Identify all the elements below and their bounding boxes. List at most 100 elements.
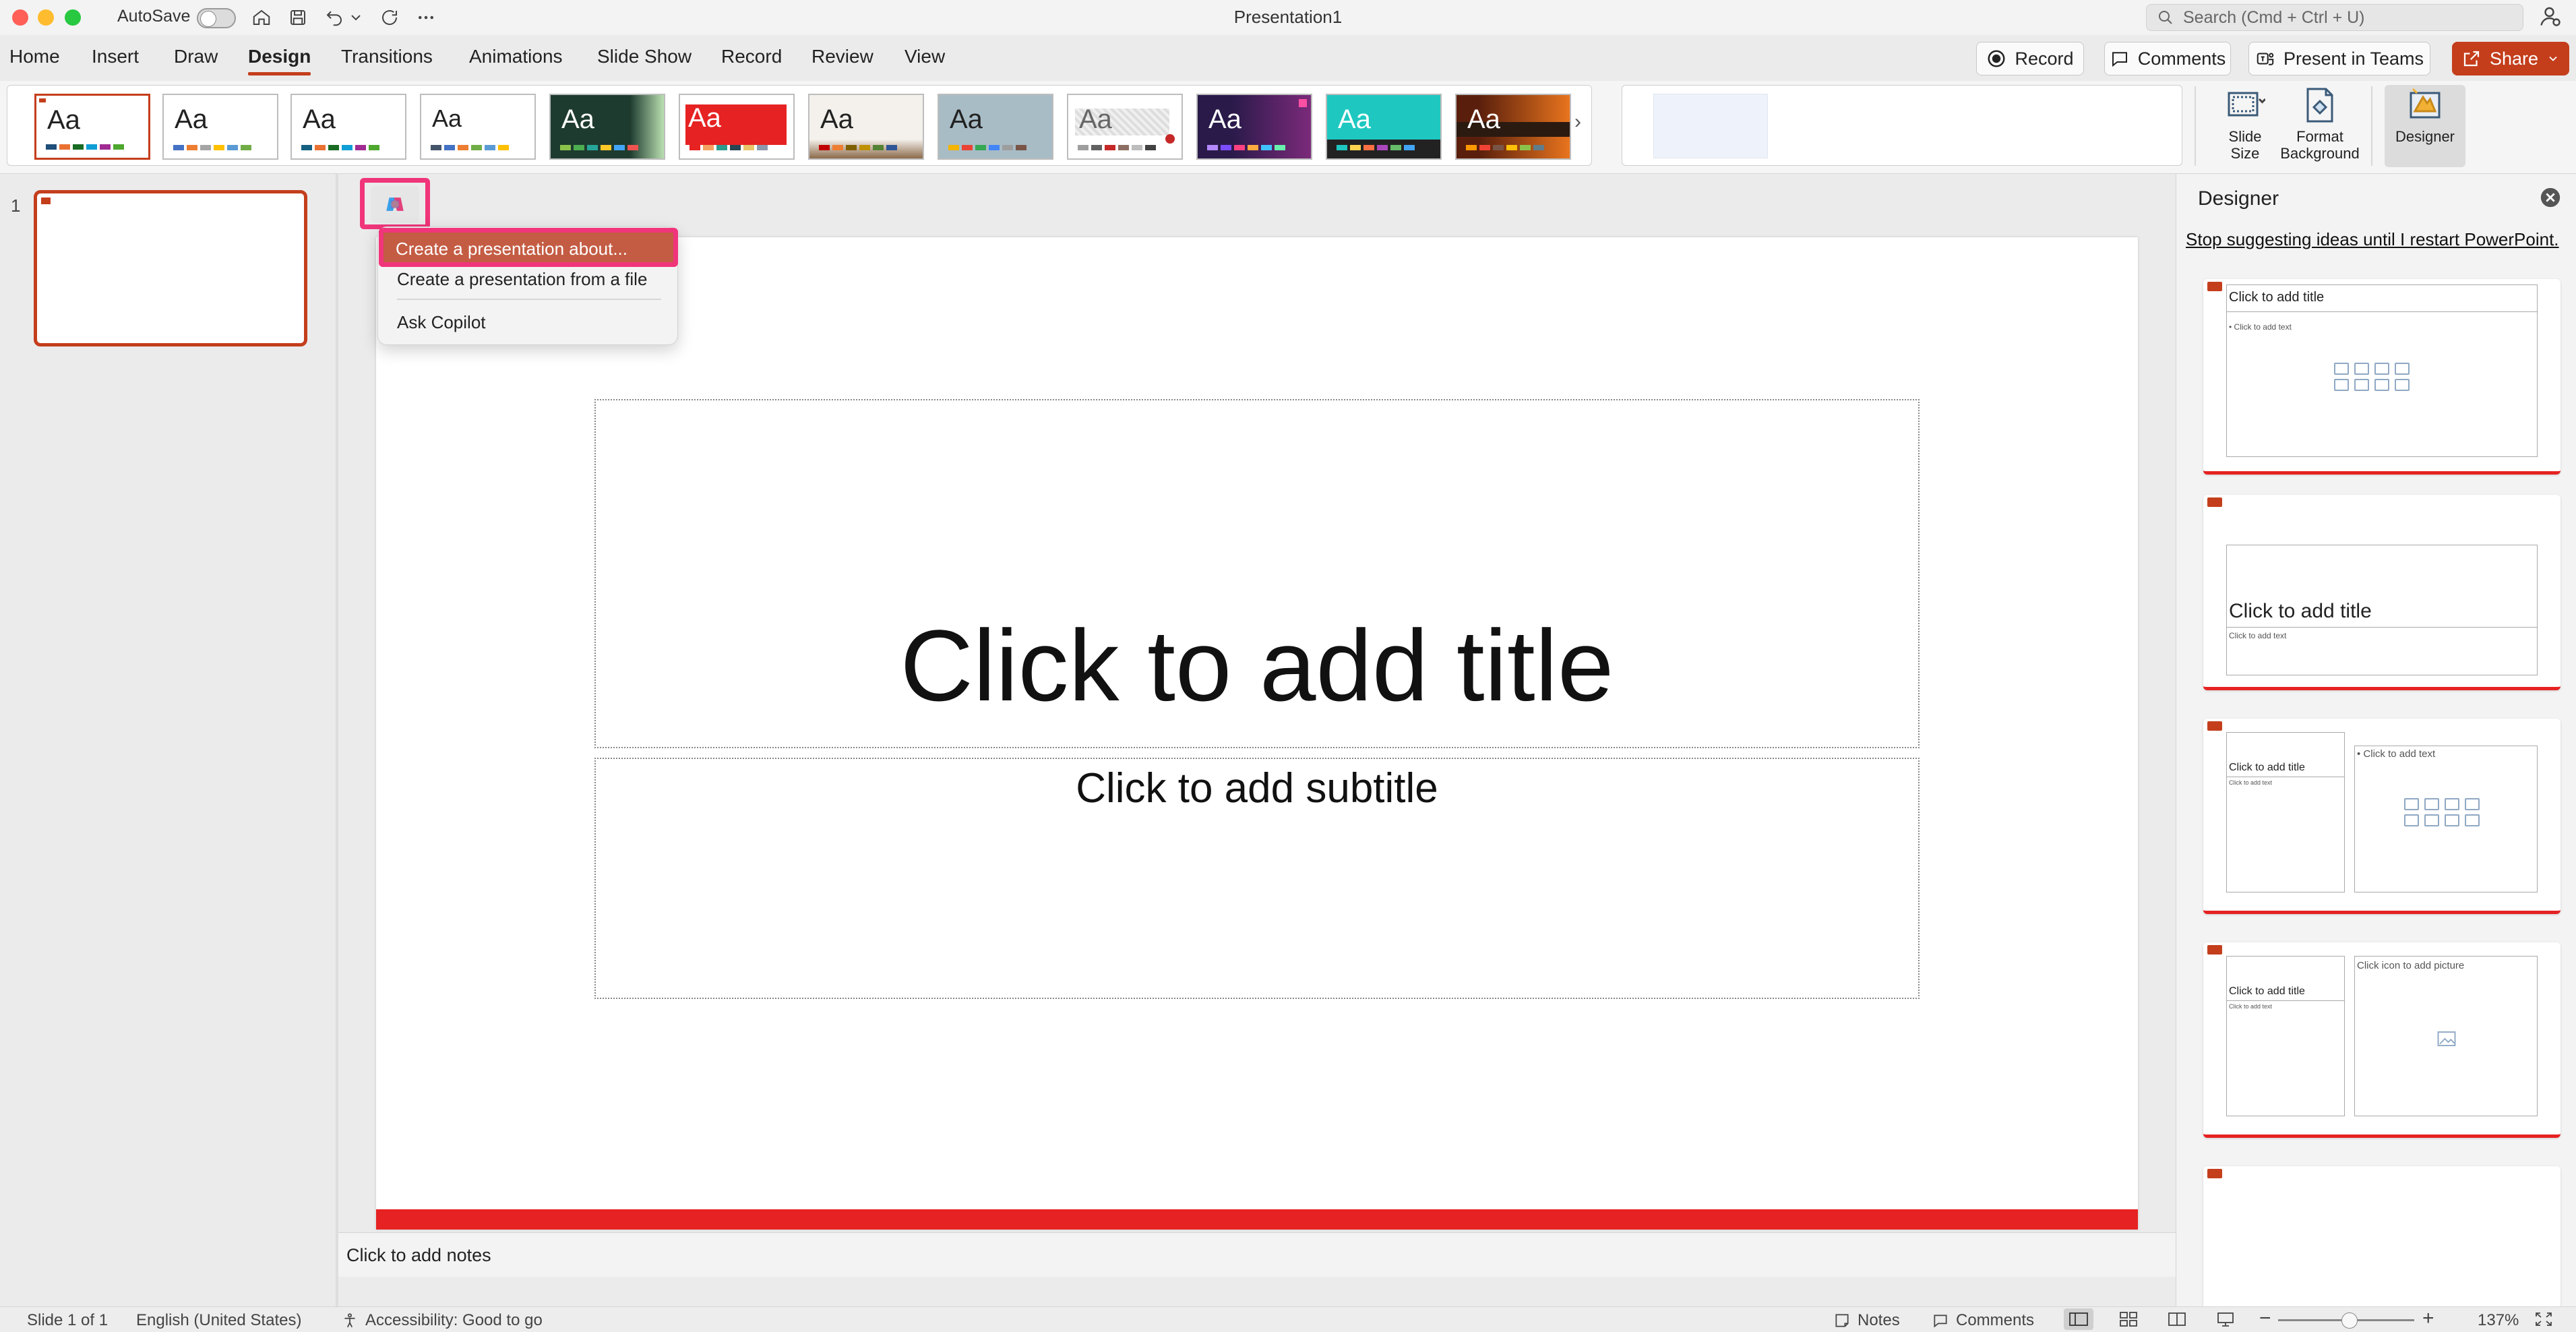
idea-text: • Click to add text (2229, 322, 2292, 332)
undo-icon[interactable] (321, 4, 348, 31)
notes-pane[interactable]: Click to add notes (338, 1232, 2176, 1277)
variants-gallery (1622, 85, 2182, 166)
format-background-button[interactable]: Format Background (2279, 85, 2360, 167)
zoom-slider-handle[interactable] (2341, 1312, 2358, 1329)
slide-sorter-button[interactable] (2114, 1308, 2143, 1330)
theme-ion[interactable]: Aa (549, 94, 665, 160)
picture-icon (2437, 1031, 2456, 1046)
subtitle-placeholder[interactable]: Click to add subtitle (594, 758, 1920, 999)
more-icon[interactable] (412, 4, 439, 31)
pane-divider[interactable] (336, 174, 338, 1312)
language-status[interactable]: English (United States) (136, 1311, 301, 1330)
design-idea[interactable]: Click to add title • Click to add text (2203, 279, 2560, 475)
theme-purple[interactable]: Aa (1196, 94, 1312, 160)
slide-show-button[interactable] (2211, 1308, 2240, 1330)
design-ribbon: Aa Aa Aa Aa Aa Aa Aa Aa Aa Aa Aa Aa › Sl… (0, 81, 2576, 174)
menu-item-ask-copilot[interactable]: Ask Copilot (397, 312, 486, 333)
zoom-out-icon[interactable]: − (2259, 1307, 2271, 1330)
theme-office[interactable]: Aa (34, 94, 150, 160)
menu-item-create-about[interactable]: Create a presentation about... (379, 228, 678, 267)
tab-transitions[interactable]: Transitions (341, 46, 433, 67)
tab-home[interactable]: Home (9, 46, 60, 67)
record-button[interactable]: Record (1976, 42, 2084, 75)
notes-icon (1835, 1314, 1849, 1327)
close-icon[interactable] (2539, 186, 2562, 209)
design-idea[interactable]: Click to add title Click to add text Cli… (2203, 942, 2560, 1138)
design-idea[interactable] (2203, 1166, 2560, 1328)
themes-gallery: Aa Aa Aa Aa Aa Aa Aa Aa Aa Aa Aa Aa (7, 85, 1592, 166)
tab-animations[interactable]: Animations (469, 46, 563, 67)
tab-design[interactable]: Design (248, 46, 311, 75)
minimize-window-button[interactable] (38, 9, 54, 26)
theme-facet[interactable]: Aa (420, 94, 536, 160)
notes-button[interactable]: Notes (1833, 1311, 1900, 1330)
home-icon[interactable] (248, 4, 275, 31)
undo-dropdown-icon[interactable] (348, 4, 364, 31)
idea-divider (2226, 1000, 2345, 1001)
tab-draw[interactable]: Draw (174, 46, 218, 67)
fit-to-window-button[interactable] (2529, 1308, 2558, 1330)
theme-label: Aa (1208, 104, 1241, 134)
autosave-toggle[interactable] (197, 8, 236, 28)
tab-record[interactable]: Record (721, 46, 782, 67)
theme-orange[interactable]: Aa (1455, 94, 1571, 160)
tab-slide-show[interactable]: Slide Show (597, 46, 692, 67)
share-button[interactable]: Share (2452, 42, 2569, 75)
idea-marker (2207, 945, 2222, 955)
content-icons (2404, 798, 2481, 826)
variant-placeholder[interactable] (1653, 94, 1768, 158)
idea-text: Click to add text (2229, 779, 2273, 786)
title-placeholder[interactable]: Click to add title (594, 399, 1920, 748)
slide-canvas[interactable]: Click to add title Click to add subtitle (376, 237, 2138, 1230)
theme-gray-blue[interactable]: Aa (938, 94, 1053, 160)
slide-thumbnail[interactable] (34, 190, 307, 346)
ribbon-separator (2195, 86, 2196, 166)
status-comments-button[interactable]: Comments (1932, 1311, 2034, 1330)
theme-red[interactable]: Aa (679, 94, 795, 160)
present-in-teams-button[interactable]: Present in Teams (2248, 42, 2430, 75)
close-window-button[interactable] (12, 9, 28, 26)
tab-insert[interactable]: Insert (92, 46, 139, 67)
slide-size-button[interactable]: Slide Size (2208, 85, 2282, 167)
idea-layout-box (2226, 732, 2345, 892)
slide-thumbnail-number: 1 (11, 195, 21, 216)
presentation-icon (2217, 1312, 2234, 1327)
reading-view-button[interactable] (2162, 1308, 2192, 1330)
designer-button[interactable]: Designer (2385, 85, 2465, 167)
accessibility-status[interactable]: Accessibility: Good to go (341, 1311, 543, 1330)
idea-title: Click to add title (2229, 600, 2372, 622)
zoom-window-button[interactable] (65, 9, 81, 26)
theme-texture[interactable]: Aa (1067, 94, 1183, 160)
zoom-in-icon[interactable]: + (2422, 1307, 2434, 1330)
content-icons (2334, 363, 2411, 391)
gallery-next-icon[interactable]: › (1574, 111, 1581, 133)
account-icon[interactable] (2538, 4, 2565, 31)
design-idea[interactable]: Click to add title Click to add text (2203, 495, 2560, 690)
menu-item-create-from-file[interactable]: Create a presentation from a file (397, 269, 647, 290)
tab-view[interactable]: View (904, 46, 945, 67)
theme-beige[interactable]: Aa (808, 94, 924, 160)
notes-label: Notes (1858, 1311, 1900, 1329)
save-icon[interactable] (284, 4, 311, 31)
idea-right-text: Click icon to add picture (2357, 960, 2465, 971)
comment-icon (2112, 52, 2127, 67)
tab-review[interactable]: Review (811, 46, 873, 67)
stop-suggesting-link[interactable]: Stop suggesting ideas until I restart Po… (2186, 229, 2559, 250)
theme-label: Aa (1467, 104, 1500, 134)
designer-label: Designer (2395, 128, 2455, 145)
idea-marker (2207, 497, 2222, 507)
zoom-level[interactable]: 137% (2478, 1311, 2519, 1330)
theme-office-3[interactable]: Aa (290, 94, 406, 160)
idea-title: Click to add title (2229, 986, 2305, 997)
slide-size-icon (2228, 92, 2265, 117)
title-placeholder-text: Click to add title (900, 609, 1614, 722)
theme-teal[interactable]: Aa (1326, 94, 1442, 160)
search-input[interactable]: Search (Cmd + Ctrl + U) (2146, 4, 2523, 31)
redo-icon[interactable] (376, 4, 403, 31)
theme-office-2[interactable]: Aa (162, 94, 278, 160)
ribbon-separator (2371, 86, 2372, 166)
theme-label: Aa (1079, 104, 1112, 134)
comments-button[interactable]: Comments (2104, 42, 2231, 75)
normal-view-button[interactable] (2064, 1308, 2093, 1330)
design-idea[interactable]: Click to add title Click to add text • C… (2203, 719, 2560, 914)
